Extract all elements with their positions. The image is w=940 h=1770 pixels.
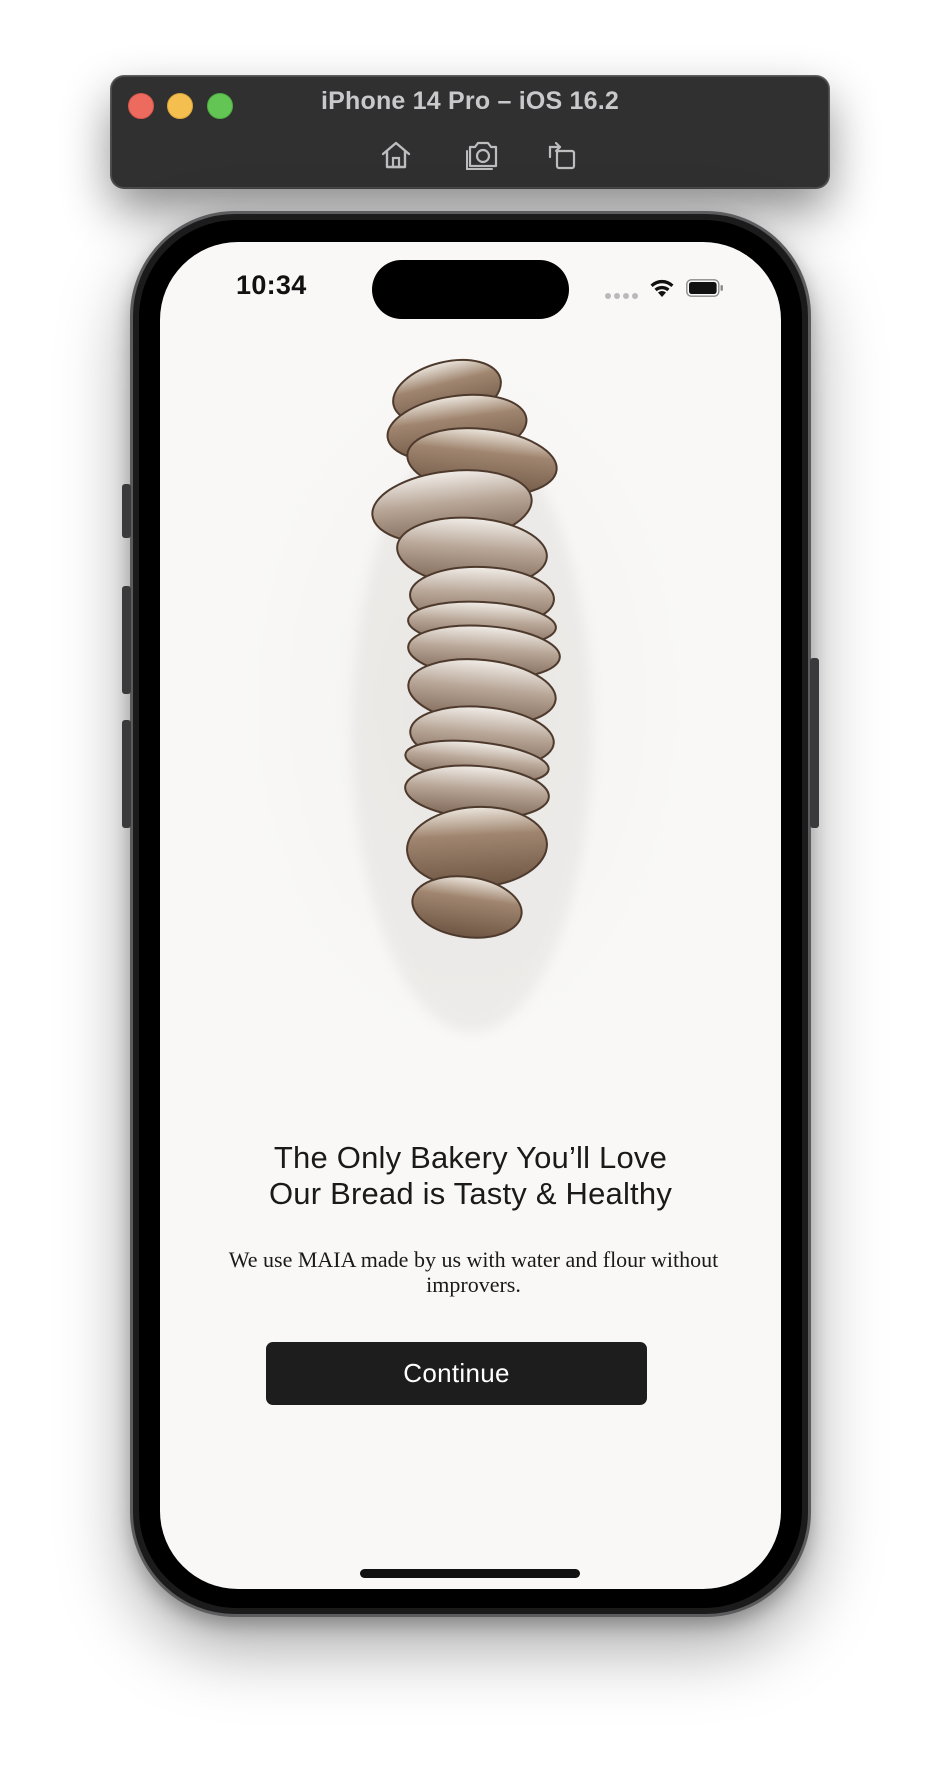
screenshot-button[interactable] [465,137,501,173]
app-screen: 10:34 The Only Bakery You’ll Love Our Br… [160,242,781,1589]
simulator-title: iPhone 14 Pro – iOS 16.2 [321,87,619,115]
desktop-stage: iPhone 14 Pro – iOS 16.2 10:34 The Only … [0,0,940,1770]
headline-line-2: Our Bread is Tasty & Healthy [268,1176,673,1211]
home-icon [381,141,411,169]
simulator-titlebar[interactable]: iPhone 14 Pro – iOS 16.2 [111,76,829,188]
bread-illustration [352,358,592,1032]
home-button[interactable] [378,137,414,173]
home-indicator[interactable] [360,1569,580,1578]
volume-up-button [122,586,131,694]
rotate-button[interactable] [544,137,580,173]
volume-down-button [122,720,131,828]
power-button [810,658,819,828]
camera-screenshot-icon [466,141,498,170]
sliced-bread-loaf-image [232,342,702,1062]
dynamic-island [372,260,569,319]
wifi-icon [650,279,674,297]
rotate-icon [548,141,576,170]
headline-line-1: The Only Bakery You’ll Love [273,1140,668,1175]
continue-button[interactable]: Continue [266,1342,647,1405]
cellular-signal-icon [605,293,638,299]
battery-icon [686,279,723,297]
description-text: We use MAIA made by us with water and fl… [228,1247,719,1297]
status-time: 10:34 [236,270,307,300]
action-button [122,484,131,538]
